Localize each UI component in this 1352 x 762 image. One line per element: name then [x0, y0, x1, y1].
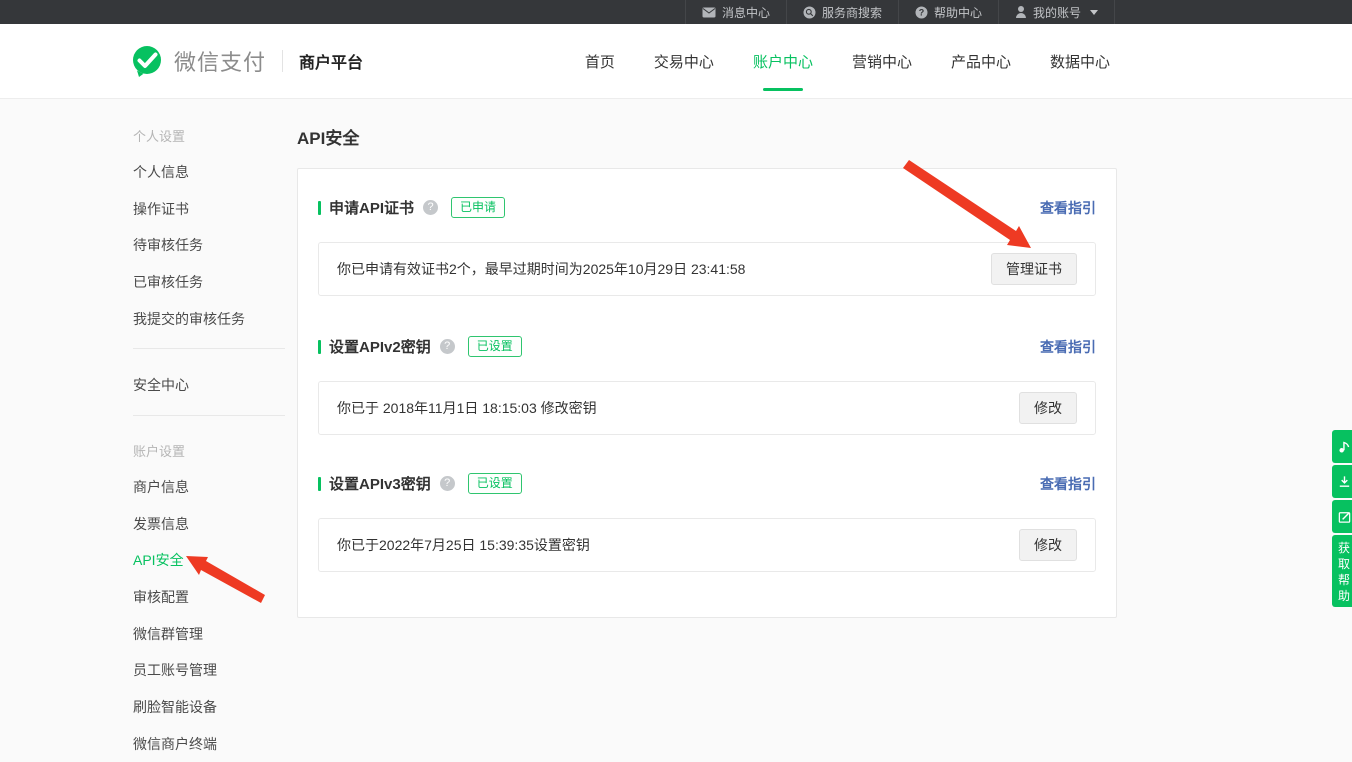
topbar-item-help-center[interactable]: ? 帮助中心	[898, 0, 998, 24]
question-icon[interactable]: ?	[440, 339, 455, 354]
question-icon[interactable]: ?	[440, 476, 455, 491]
svg-text:?: ?	[919, 7, 925, 17]
sidebar-item-security-center[interactable]: 安全中心	[133, 367, 285, 404]
section-accent-bar	[318, 340, 321, 354]
topbar-item-my-account[interactable]: 我的账号	[998, 0, 1115, 24]
section-header: 设置APIv3密钥 ? 已设置 查看指引	[318, 473, 1096, 494]
topbar-item-label: 消息中心	[722, 4, 770, 21]
phone-icon[interactable]	[1332, 430, 1352, 463]
topbar-item-label: 我的账号	[1033, 4, 1081, 21]
portal-title: 商户平台	[299, 49, 363, 73]
topbar-item-label: 服务商搜索	[822, 4, 882, 21]
main-content: API安全 申请API证书 ? 已申请 查看指引 你已申请有效证书2个，最早过期…	[297, 110, 1117, 618]
apiv2-key-status-text: 你已于 2018年11月1日 18:15:03 修改密钥	[337, 398, 597, 418]
sidebar-section-title-account-settings: 账户设置	[133, 432, 285, 469]
main-nav: 首页 交易中心 账户中心 营销中心 产品中心 数据中心	[585, 46, 1110, 77]
sidebar-item-personal-info[interactable]: 个人信息	[133, 154, 285, 191]
sidebar-item-reviewed-tasks[interactable]: 已审核任务	[133, 264, 285, 301]
topbar-item-label: 帮助中心	[934, 4, 982, 21]
nav-item-home[interactable]: 首页	[585, 46, 615, 77]
section-apiv2-key: 设置APIv2密钥 ? 已设置 查看指引 你已于 2018年11月1日 18:1…	[318, 336, 1096, 435]
divider	[133, 348, 285, 349]
section-header: 申请API证书 ? 已申请 查看指引	[318, 197, 1096, 218]
user-icon	[1015, 6, 1027, 18]
sidebar-item-wechat-group-management[interactable]: 微信群管理	[133, 615, 285, 652]
sidebar-item-review-config[interactable]: 审核配置	[133, 579, 285, 616]
wechat-pay-logo-icon	[130, 45, 164, 78]
sidebar-section-title-personal-settings: 个人设置	[133, 117, 285, 154]
nav-item-marketing-center[interactable]: 营销中心	[852, 46, 912, 77]
floating-help-widget: 获取帮助	[1332, 430, 1352, 607]
section-accent-bar	[318, 477, 321, 491]
guide-link[interactable]: 查看指引	[1040, 337, 1096, 357]
section-heading: 申请API证书	[329, 197, 414, 218]
sidebar-item-invoice-info[interactable]: 发票信息	[133, 505, 285, 542]
sidebar-item-merchant-info[interactable]: 商户信息	[133, 469, 285, 506]
guide-link[interactable]: 查看指引	[1040, 198, 1096, 218]
modify-apiv2-key-button[interactable]: 修改	[1019, 392, 1077, 424]
section-body-box: 你已于2022年7月25日 15:39:35设置密钥 修改	[318, 518, 1096, 572]
sidebar-item-wechat-merchant-terminal[interactable]: 微信商户终端	[133, 725, 285, 762]
status-badge: 已设置	[468, 473, 522, 494]
cert-status-text: 你已申请有效证书2个，最早过期时间为2025年10月29日 23:41:58	[337, 259, 745, 279]
page-title: API安全	[297, 124, 1117, 149]
section-accent-bar	[318, 201, 321, 215]
mail-icon	[702, 7, 716, 18]
apiv3-key-status-text: 你已于2022年7月25日 15:39:35设置密钥	[337, 535, 590, 555]
get-help-label: 获取帮助	[1338, 540, 1351, 604]
section-heading: 设置APIv2密钥	[329, 336, 431, 357]
sidebar-item-staff-account-management[interactable]: 员工账号管理	[133, 652, 285, 689]
sidebar-item-my-submitted-review-tasks[interactable]: 我提交的审核任务	[133, 300, 285, 337]
search-icon	[803, 6, 816, 19]
feedback-icon[interactable]	[1332, 500, 1352, 533]
api-security-card: 申请API证书 ? 已申请 查看指引 你已申请有效证书2个，最早过期时间为202…	[297, 168, 1117, 618]
modify-apiv3-key-button[interactable]: 修改	[1019, 529, 1077, 561]
divider	[133, 415, 285, 416]
sidebar: 个人设置 个人信息 操作证书 待审核任务 已审核任务 我提交的审核任务 安全中心…	[133, 117, 285, 762]
status-badge: 已申请	[451, 197, 505, 218]
brand-logo-link[interactable]: 微信支付	[130, 45, 266, 78]
section-body-box: 你已申请有效证书2个，最早过期时间为2025年10月29日 23:41:58 管…	[318, 242, 1096, 296]
get-help-button[interactable]: 获取帮助	[1332, 535, 1352, 607]
download-icon[interactable]	[1332, 465, 1352, 498]
status-badge: 已设置	[468, 336, 522, 357]
guide-link[interactable]: 查看指引	[1040, 474, 1096, 494]
sidebar-item-operation-cert[interactable]: 操作证书	[133, 190, 285, 227]
manage-cert-button[interactable]: 管理证书	[991, 253, 1077, 285]
topbar: 消息中心 服务商搜索 ? 帮助中心 我的账号	[0, 0, 1352, 24]
chevron-down-icon	[1090, 10, 1098, 15]
nav-item-data-center[interactable]: 数据中心	[1050, 46, 1110, 77]
section-apply-api-cert: 申请API证书 ? 已申请 查看指引 你已申请有效证书2个，最早过期时间为202…	[318, 197, 1096, 296]
brand-name: 微信支付	[174, 45, 266, 77]
topbar-item-message-center[interactable]: 消息中心	[685, 0, 786, 24]
nav-item-product-center[interactable]: 产品中心	[951, 46, 1011, 77]
question-icon[interactable]: ?	[423, 200, 438, 215]
help-icon: ?	[915, 6, 928, 19]
topbar-item-provider-search[interactable]: 服务商搜索	[786, 0, 898, 24]
section-header: 设置APIv2密钥 ? 已设置 查看指引	[318, 336, 1096, 357]
section-body-box: 你已于 2018年11月1日 18:15:03 修改密钥 修改	[318, 381, 1096, 435]
nav-item-account-center[interactable]: 账户中心	[753, 46, 813, 77]
sidebar-item-pending-review-tasks[interactable]: 待审核任务	[133, 227, 285, 264]
section-heading: 设置APIv3密钥	[329, 473, 431, 494]
divider	[282, 50, 283, 72]
sidebar-item-api-security[interactable]: API安全	[133, 542, 285, 579]
sidebar-item-face-payment-devices[interactable]: 刷脸智能设备	[133, 689, 285, 726]
nav-item-transaction-center[interactable]: 交易中心	[654, 46, 714, 77]
header: 微信支付 商户平台 首页 交易中心 账户中心 营销中心 产品中心 数据中心	[0, 24, 1352, 99]
section-apiv3-key: 设置APIv3密钥 ? 已设置 查看指引 你已于2022年7月25日 15:39…	[318, 473, 1096, 572]
